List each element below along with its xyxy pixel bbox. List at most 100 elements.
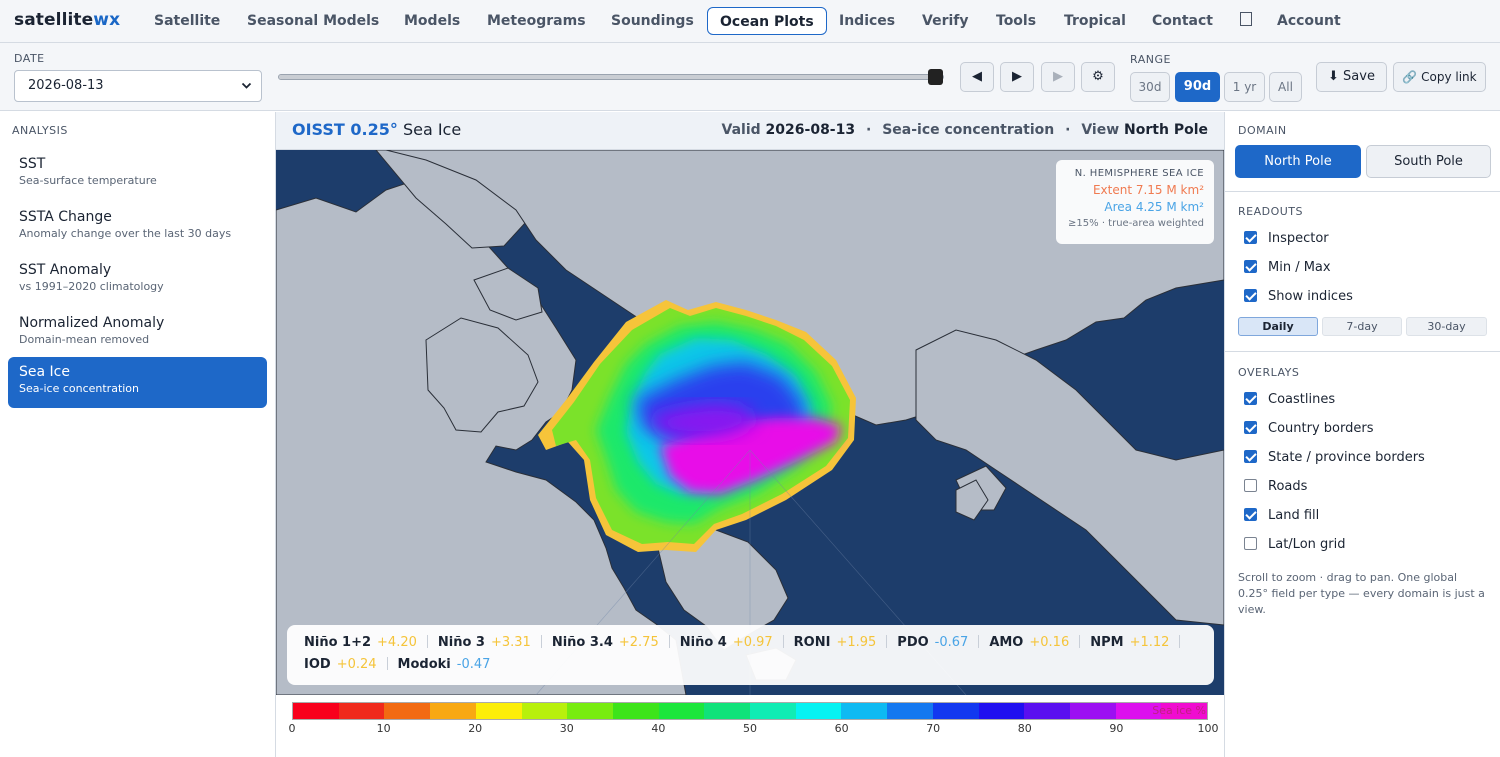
sea-ice-extent-panel: N. HEMISPHERE SEA ICE Extent 7.15 M km² … — [1056, 160, 1214, 244]
checkbox-country-borders[interactable] — [1244, 421, 1257, 434]
period-daily-tab[interactable]: Daily — [1238, 317, 1318, 336]
nav-verify[interactable]: Verify — [910, 7, 980, 35]
nav-tools[interactable]: Tools — [984, 7, 1048, 35]
step-back-button[interactable]: ◀ — [960, 62, 994, 92]
overlay-lat-lon-grid[interactable]: Lat/Lon grid — [1244, 536, 1346, 554]
nav-ocean-plots[interactable]: Ocean Plots — [707, 7, 827, 35]
divider — [1225, 191, 1500, 192]
step-forward-button[interactable]: ▶ — [1041, 62, 1075, 92]
nav-seasonal-models[interactable]: Seasonal Models — [235, 7, 391, 35]
nav-indices[interactable]: Indices — [827, 7, 907, 35]
index-name: Niño 3.4 — [551, 635, 613, 650]
nav-soundings[interactable]: Soundings — [599, 7, 706, 35]
checkbox-lat-lon-grid[interactable] — [1244, 537, 1257, 550]
product-name: OISST 0.25° — [292, 120, 398, 139]
index-separator — [386, 657, 388, 670]
index-name: Niño 1+2 — [304, 635, 372, 650]
nav-models[interactable]: Models — [392, 7, 472, 35]
index-separator — [886, 635, 888, 648]
readout-min-max[interactable]: Min / Max — [1244, 259, 1331, 277]
sidebar-item-subtitle: vs 1991–2020 climatology — [19, 280, 164, 293]
nav-meteograms[interactable]: Meteograms — [475, 7, 598, 35]
checkbox-coastlines[interactable] — [1244, 392, 1257, 405]
index-item: NPM +1.12 — [1090, 634, 1190, 652]
nav-tropical[interactable]: Tropical — [1052, 7, 1138, 35]
index-value: +4.20 — [377, 635, 417, 650]
indices-row: Niño 1+2 +4.20 Niño 3 +3.31 Niño 3.4 +2.75 Niñ… — [304, 634, 1197, 656]
checkbox-inspector[interactable] — [1244, 231, 1257, 244]
overlay-country-borders[interactable]: Country borders — [1244, 420, 1373, 438]
checkbox-show-indices[interactable] — [1244, 289, 1257, 302]
checkbox-label: Lat/Lon grid — [1268, 537, 1346, 552]
person-icon[interactable] — [1228, 7, 1264, 35]
colorbar-swatch — [612, 703, 659, 719]
next-icon: ▶ — [1053, 69, 1063, 84]
sidebar-item-title: Normalized Anomaly — [19, 315, 165, 331]
play-icon: ▶ — [1012, 69, 1022, 84]
index-name: RONI — [793, 635, 831, 650]
index-name: AMO — [989, 635, 1024, 650]
sidebar-item-sst[interactable]: SST Sea-surface temperature — [8, 149, 267, 200]
checkbox-roads[interactable] — [1244, 479, 1257, 492]
copy-link-button[interactable]: 🔗 Copy link — [1393, 62, 1486, 92]
date-select[interactable]: 2026-08-13 — [14, 70, 262, 102]
readout-inspector[interactable]: Inspector — [1244, 230, 1329, 248]
colorbar-tick-label: 30 — [559, 722, 574, 735]
checkbox-min-max[interactable] — [1244, 260, 1257, 273]
settings-button[interactable]: ⚙ — [1081, 62, 1115, 92]
overlays-heading: OVERLAYS — [1238, 366, 1300, 379]
checkbox-land-fill[interactable] — [1244, 508, 1257, 521]
sidebar-item-sst-anomaly[interactable]: SST Anomaly vs 1991–2020 climatology — [8, 255, 267, 306]
overlay-coastlines[interactable]: Coastlines — [1244, 391, 1335, 409]
colorbar-swatch — [750, 703, 796, 719]
domain-south-pole-button[interactable]: South Pole — [1366, 145, 1491, 178]
colorbar-swatch — [658, 703, 705, 719]
readout-show-indices[interactable]: Show indices — [1244, 288, 1353, 306]
range-90d-button[interactable]: 90d — [1175, 72, 1220, 102]
play-button[interactable]: ▶ — [1000, 62, 1034, 92]
nav-account[interactable]: Account — [1265, 7, 1353, 35]
overlay-state-borders[interactable]: State / province borders — [1244, 449, 1425, 467]
period-7day-tab[interactable]: 7-day — [1322, 317, 1402, 336]
range-all-button[interactable]: All — [1269, 72, 1302, 102]
date-slider-handle[interactable] — [928, 69, 943, 85]
nav-contact[interactable]: Contact — [1140, 7, 1225, 35]
sidebar-item-sea-ice[interactable]: Sea Ice Sea-ice concentration — [8, 357, 267, 408]
sidebar-item-subtitle: Sea-ice concentration — [19, 382, 140, 395]
sidebar-item-subtitle: Anomaly change over the last 30 days — [19, 227, 232, 240]
sidebar-item-normalized-anomaly[interactable]: Normalized Anomaly Domain-mean removed — [8, 308, 267, 359]
period-30day-tab[interactable]: 30-day — [1406, 317, 1487, 336]
index-item: Niño 3.4 +2.75 — [552, 634, 680, 652]
sidebar-item-title: SST — [19, 156, 46, 172]
field-name: Sea Ice — [402, 120, 462, 139]
index-value: +1.12 — [1129, 635, 1170, 650]
area-value: Area 4.25 M km² — [1104, 200, 1204, 214]
map-title: OISST 0.25° Sea Ice — [292, 120, 461, 139]
sidebar-item-ssta-change[interactable]: SSTA Change Anomaly change over the last… — [8, 202, 267, 253]
checkbox-label: Roads — [1268, 479, 1308, 494]
colorbar-swatch — [1069, 703, 1116, 719]
colorbar-tick-label: 10 — [376, 722, 391, 735]
range-1yr-button[interactable]: 1 yr — [1224, 72, 1265, 102]
index-item: Niño 3 +3.31 — [438, 634, 552, 652]
sidebar-heading: ANALYSIS — [12, 124, 68, 137]
range-30d-button[interactable]: 30d — [1130, 72, 1170, 102]
domain-north-pole-button[interactable]: North Pole — [1235, 145, 1361, 178]
index-item: Niño 4 +0.97 — [680, 634, 794, 652]
brand-logo[interactable]: satellitewx — [14, 10, 120, 30]
polar-map[interactable]: N. HEMISPHERE SEA ICE Extent 7.15 M km² … — [276, 150, 1224, 695]
checkbox-label: Country borders — [1268, 421, 1374, 436]
control-strip: DATE 2026-08-13 ◀ ▶ ▶ ⚙ RANGE 30d 90d 1 … — [0, 43, 1500, 111]
colorbar-tick-label: 90 — [1109, 722, 1124, 735]
checkbox-state-borders[interactable] — [1244, 450, 1257, 463]
colorbar-tick-label: 40 — [651, 722, 666, 735]
nav-satellite[interactable]: Satellite — [142, 7, 232, 35]
overlay-roads[interactable]: Roads — [1244, 478, 1307, 496]
date-slider-track[interactable] — [278, 74, 944, 80]
gear-icon: ⚙ — [1092, 69, 1104, 84]
overlay-land-fill[interactable]: Land fill — [1244, 507, 1319, 525]
checkbox-label: Min / Max — [1268, 260, 1331, 275]
index-separator — [668, 635, 670, 648]
save-button[interactable]: ⬇ Save — [1316, 62, 1387, 92]
index-value: -0.47 — [456, 657, 491, 672]
